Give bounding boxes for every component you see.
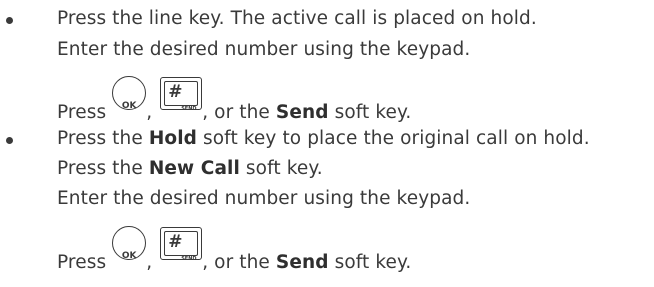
instruction-line: Enter the desired number using the keypa… [57,186,470,212]
bullet-2 [6,137,16,147]
instruction-text: soft key. [245,158,323,179]
hold-soft-key-name: Hold [148,128,198,149]
ok-key-label: OK [121,101,137,111]
instruction-line: Press the New Call soft key. [57,156,323,182]
ok-key-icon: OK [112,226,147,261]
send-key-label: SEND [181,106,197,112]
instruction-line: Enter the desired number using the keypa… [57,37,470,63]
instruction-line: Press the Hold soft key to place the ori… [57,126,590,152]
send-key-label: SEND [181,256,197,262]
instruction-text: Enter the desired number using the keypa… [57,188,471,209]
send-key-icon: # SEND [160,227,203,262]
instruction-text: Press the [57,128,143,149]
instruction-text: Press the [57,158,143,179]
send-soft-key-name: Send [275,102,329,123]
press-keys-line: Press OK, # SEND, or the Send soft key. [57,226,411,283]
instruction-line: Press the line key. The active call is p… [57,6,537,32]
press-word: Press [57,252,107,273]
comma: , [146,102,153,123]
or-the-text: , or the [202,102,270,123]
comma: , [146,252,153,273]
ok-key-label: OK [121,251,137,261]
instruction-text: soft key to place the original call on h… [203,128,590,149]
instruction-text: Press the line key. The active call is p… [57,8,537,29]
press-keys-line: Press OK, # SEND, or the Send soft key. [57,76,411,133]
soft-key-text: soft key. [334,252,412,273]
bullet-1 [6,17,16,27]
send-soft-key-name: Send [275,252,329,273]
ok-key-icon: OK [112,76,147,111]
press-word: Press [57,102,107,123]
soft-key-text: soft key. [334,102,412,123]
send-key-icon: # SEND [160,77,203,112]
instruction-text: Enter the desired number using the keypa… [57,39,471,60]
new-call-soft-key-name: New Call [148,158,240,179]
or-the-text: , or the [202,252,270,273]
